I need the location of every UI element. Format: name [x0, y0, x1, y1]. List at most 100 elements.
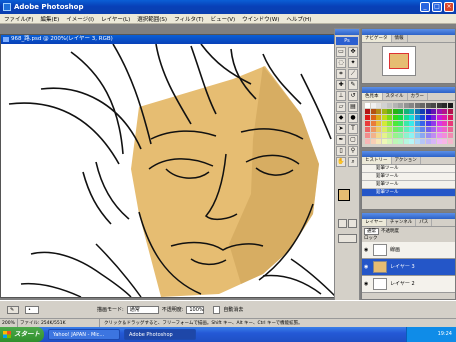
- layer-row-selected[interactable]: ◉ レイヤー 3: [362, 259, 455, 276]
- task-browser[interactable]: Yahoo! JAPAN - Mic...: [48, 329, 120, 340]
- navigator-thumbnail[interactable]: [382, 46, 416, 76]
- color-swatch[interactable]: [403, 115, 409, 121]
- tab-paths[interactable]: パス: [416, 219, 433, 226]
- document-window[interactable]: 968_路.psd @ 200%(レイヤー 3, RGB): [0, 34, 345, 298]
- color-swatch[interactable]: [381, 115, 387, 121]
- screen-mode-icon[interactable]: [338, 234, 357, 243]
- menu-edit[interactable]: 編集(E): [40, 15, 59, 23]
- color-swatch[interactable]: [365, 109, 370, 115]
- document-titlebar[interactable]: 968_路.psd @ 200%(レイヤー 3, RGB): [1, 35, 344, 44]
- color-swatch[interactable]: [398, 121, 403, 127]
- color-swatch[interactable]: [414, 133, 420, 139]
- color-swatch[interactable]: [398, 139, 403, 145]
- color-swatch[interactable]: [392, 109, 398, 115]
- menu-window[interactable]: ウインドウ(W): [242, 15, 279, 23]
- tool-preset-icon[interactable]: ✎: [7, 305, 19, 314]
- zoom-tool-icon[interactable]: ⌕: [348, 157, 358, 167]
- eye-icon[interactable]: ◉: [364, 247, 370, 253]
- minimize-button[interactable]: _: [420, 2, 430, 12]
- maximize-button[interactable]: □: [432, 2, 442, 12]
- color-swatch[interactable]: [425, 139, 431, 145]
- color-swatch[interactable]: [365, 115, 370, 121]
- color-swatch[interactable]: [376, 109, 381, 115]
- tab-history[interactable]: ヒストリー: [362, 157, 392, 164]
- brush-tool-icon[interactable]: ✎: [348, 80, 358, 90]
- color-swatch[interactable]: [376, 115, 381, 121]
- color-swatch[interactable]: [376, 103, 381, 108]
- color-swatch[interactable]: [425, 121, 431, 127]
- color-swatch[interactable]: [376, 139, 381, 145]
- color-swatch[interactable]: [414, 103, 420, 108]
- color-swatch[interactable]: [370, 109, 376, 115]
- color-swatch[interactable]: [392, 115, 398, 121]
- marquee-tool-icon[interactable]: ▭: [336, 47, 346, 57]
- history-brush-icon[interactable]: ↺: [348, 91, 358, 101]
- color-swatch[interactable]: [381, 139, 387, 145]
- color-swatch[interactable]: [431, 121, 436, 127]
- color-swatch[interactable]: [447, 121, 453, 127]
- history-row[interactable]: 鉛筆ツール: [362, 165, 455, 173]
- color-swatch[interactable]: [392, 139, 398, 145]
- path-select-icon[interactable]: ➤: [336, 124, 346, 134]
- color-swatch[interactable]: [365, 139, 370, 145]
- color-swatch[interactable]: [381, 109, 387, 115]
- color-swatch[interactable]: [365, 121, 370, 127]
- color-swatch[interactable]: [447, 103, 453, 108]
- color-swatch[interactable]: [420, 139, 425, 145]
- color-swatch[interactable]: [403, 103, 409, 108]
- color-swatch[interactable]: [376, 133, 381, 139]
- menu-image[interactable]: イメージ(I): [66, 15, 94, 23]
- color-swatch[interactable]: [420, 133, 425, 139]
- zoom-readout[interactable]: 200%: [0, 319, 18, 327]
- color-swatch[interactable]: [442, 139, 447, 145]
- menu-file[interactable]: ファイル(F): [4, 15, 33, 23]
- color-swatch[interactable]: [436, 127, 442, 133]
- lasso-tool-icon[interactable]: ◌: [336, 58, 346, 68]
- color-swatch[interactable]: [370, 139, 376, 145]
- color-swatch[interactable]: [387, 133, 392, 139]
- foreground-color-swatch[interactable]: [338, 189, 350, 201]
- menu-layer[interactable]: レイヤー(L): [101, 15, 130, 23]
- color-swatch[interactable]: [370, 127, 376, 133]
- close-button[interactable]: ×: [444, 2, 454, 12]
- color-swatch[interactable]: [381, 127, 387, 133]
- blur-tool-icon[interactable]: ◆: [336, 113, 346, 123]
- color-swatch[interactable]: [431, 103, 436, 108]
- color-swatch[interactable]: [431, 133, 436, 139]
- shape-tool-icon[interactable]: ▢: [348, 135, 358, 145]
- healing-brush-icon[interactable]: ✚: [336, 80, 346, 90]
- tab-layers[interactable]: レイヤー: [362, 219, 387, 226]
- eye-icon[interactable]: ◉: [364, 264, 370, 270]
- menu-view[interactable]: ビュー(V): [211, 15, 236, 23]
- color-swatch[interactable]: [409, 121, 414, 127]
- color-swatch[interactable]: [392, 121, 398, 127]
- menu-select[interactable]: 選択範囲(S): [137, 15, 167, 23]
- color-swatch[interactable]: [447, 109, 453, 115]
- color-swatch[interactable]: [425, 115, 431, 121]
- color-swatch[interactable]: [431, 127, 436, 133]
- color-swatch[interactable]: [442, 127, 447, 133]
- color-swatch[interactable]: [370, 103, 376, 108]
- color-swatch[interactable]: [409, 103, 414, 108]
- gradient-tool-icon[interactable]: ▤: [348, 102, 358, 112]
- color-swatch[interactable]: [442, 133, 447, 139]
- tab-actions[interactable]: アクション: [392, 157, 421, 164]
- navigator-view-box[interactable]: [389, 53, 409, 69]
- color-swatch[interactable]: [420, 109, 425, 115]
- canvas[interactable]: [1, 43, 344, 298]
- color-swatch[interactable]: [442, 103, 447, 108]
- color-swatch[interactable]: [365, 127, 370, 133]
- color-swatch[interactable]: [442, 115, 447, 121]
- color-swatch[interactable]: [425, 133, 431, 139]
- swatch-grid[interactable]: [365, 103, 453, 145]
- eye-icon[interactable]: ◉: [364, 281, 370, 287]
- color-swatch[interactable]: [387, 127, 392, 133]
- color-swatch[interactable]: [436, 121, 442, 127]
- color-swatch[interactable]: [409, 109, 414, 115]
- color-swatch[interactable]: [447, 139, 453, 145]
- blend-mode-select[interactable]: 通常: [364, 227, 379, 235]
- hand-tool-icon[interactable]: ✋: [336, 157, 346, 167]
- color-swatch[interactable]: [403, 121, 409, 127]
- color-swatch[interactable]: [409, 127, 414, 133]
- color-swatch[interactable]: [409, 139, 414, 145]
